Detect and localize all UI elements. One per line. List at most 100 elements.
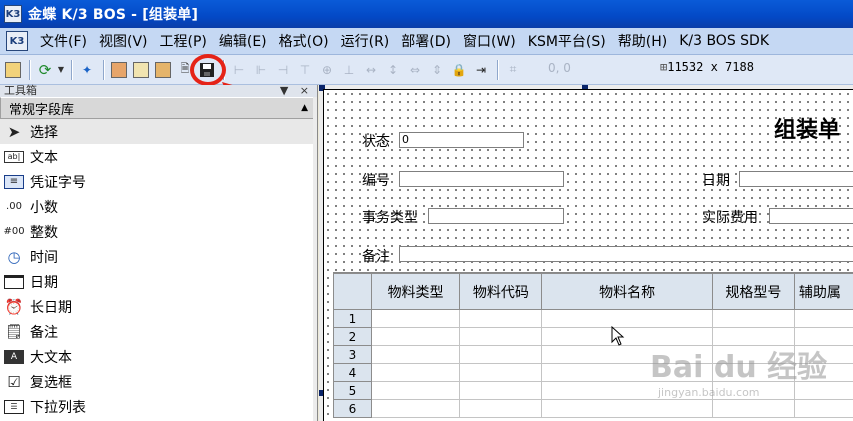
form-title: 组装单 <box>774 117 841 143</box>
menu-help[interactable]: 帮助(H) <box>612 31 673 51</box>
position-icon: ⌗ <box>509 62 517 76</box>
window-title: 金蝶 K/3 BOS - [组装单] <box>28 7 199 23</box>
dropdown-list-icon: ☰ <box>4 399 24 414</box>
business-type-label: 事务类型 <box>362 210 418 226</box>
table-row[interactable]: 1 <box>333 309 853 328</box>
note-icon: 🗒 <box>5 323 23 340</box>
tool-item-voucher[interactable]: ≡ 凭证字号 <box>0 169 317 194</box>
tool-item-date[interactable]: 日期 <box>0 269 317 294</box>
tool-item-label: 大文本 <box>30 349 72 366</box>
menu-edit[interactable]: 编辑(E) <box>213 31 273 51</box>
tool-item-note[interactable]: 🗒 备注 <box>0 319 317 344</box>
menu-run[interactable]: 运行(R) <box>335 31 396 51</box>
menu-window[interactable]: 窗口(W) <box>457 31 522 51</box>
remark-field[interactable] <box>399 246 853 262</box>
tool-item-label: 日期 <box>30 274 58 291</box>
column-header[interactable]: 辅助属 <box>793 273 853 310</box>
toolbox-scrollbar[interactable] <box>313 97 317 421</box>
integer-icon: #00 <box>3 226 25 237</box>
row-number: 3 <box>333 345 372 364</box>
highlight-circle <box>190 54 226 86</box>
open-folder-icon[interactable] <box>3 60 23 80</box>
refresh-icon[interactable]: ⟳ <box>35 60 55 80</box>
tool-item-time[interactable]: ◷ 时间 <box>0 244 317 269</box>
date-field[interactable] <box>739 171 853 187</box>
pointer-icon: ➤ <box>7 122 21 141</box>
tools-icon[interactable] <box>153 60 173 80</box>
align-left-icon[interactable]: ⊢ <box>229 60 249 80</box>
tool-item-label: 下拉列表 <box>30 399 86 416</box>
field-group-label: 常规字段库 <box>9 102 75 118</box>
tool-item-label: 复选框 <box>30 374 72 391</box>
tool-item-dropdown[interactable]: ☰ 下拉列表 <box>0 394 317 419</box>
mouse-cursor-icon <box>611 326 625 346</box>
properties-icon[interactable] <box>131 60 151 80</box>
tool-item-text[interactable]: ab| 文本 <box>0 144 317 169</box>
tool-item-checkbox[interactable]: ☑ 复选框 <box>0 369 317 394</box>
menu-format[interactable]: 格式(O) <box>273 31 335 51</box>
same-width-icon[interactable]: ⇔ <box>405 60 425 80</box>
collapse-arrow-icon[interactable]: ▲ <box>301 103 308 113</box>
menu-project[interactable]: 工程(P) <box>154 31 213 51</box>
decimal-icon: .00 <box>6 201 22 212</box>
exit-icon[interactable]: ⇥ <box>471 60 491 80</box>
pointer-tool-icon[interactable] <box>109 60 129 80</box>
text-field-icon: ab| <box>4 150 24 163</box>
remark-label: 备注 <box>362 249 390 265</box>
dropdown-arrow-icon[interactable]: ▼ <box>57 60 65 80</box>
align-middle-icon[interactable]: ⊕ <box>317 60 337 80</box>
field-group-header[interactable]: 常规字段库 ▲ <box>0 97 317 119</box>
calendar-icon <box>4 274 24 289</box>
tool-item-integer[interactable]: #00 整数 <box>0 219 317 244</box>
status-field[interactable]: 0 <box>399 132 524 148</box>
watermark-url: jingyan.baidu.com <box>658 386 760 399</box>
row-number: 1 <box>333 309 372 328</box>
menu-bos-sdk[interactable]: K/3 BOS SDK <box>673 33 775 49</box>
vertical-spacing-icon[interactable]: ↕ <box>383 60 403 80</box>
table-row[interactable]: 6 <box>333 399 853 418</box>
toolbar-separator <box>71 59 73 80</box>
window-title-bar: K3 金蝶 K/3 BOS - [组装单] <box>0 0 853 28</box>
clock-icon: ◷ <box>7 247 21 266</box>
toolbox-title: 工具箱 <box>4 84 37 97</box>
tool-item-select[interactable]: ➤ 选择 <box>0 119 317 144</box>
column-header[interactable]: 物料名称 <box>541 273 713 310</box>
watermark-main-text: Bai du 经验 <box>650 350 828 385</box>
position-readout: 0, 0 <box>548 61 571 75</box>
toolbar-separator <box>29 59 31 80</box>
voucher-icon: ≡ <box>4 174 24 189</box>
horizontal-spacing-icon[interactable]: ↔ <box>361 60 381 80</box>
menu-ksm[interactable]: KSM平台(S) <box>522 31 612 51</box>
tool-item-large-text[interactable]: A 大文本 <box>0 344 317 369</box>
column-header[interactable]: 物料代码 <box>459 273 543 310</box>
align-right-icon[interactable]: ⊣ <box>273 60 293 80</box>
business-type-field[interactable] <box>428 208 564 224</box>
wizard-icon[interactable]: ✦ <box>77 60 97 80</box>
number-field[interactable] <box>399 171 564 187</box>
size-readout: ⊞11532 x 7188 <box>660 60 754 74</box>
menu-bar: K3 文件(F) 视图(V) 工程(P) 编辑(E) 格式(O) 运行(R) 部… <box>0 28 853 55</box>
align-center-icon[interactable]: ⊩ <box>251 60 271 80</box>
menu-view[interactable]: 视图(V) <box>93 31 154 51</box>
lock-icon[interactable]: 🔒 <box>449 60 469 80</box>
menu-file[interactable]: 文件(F) <box>34 31 93 51</box>
same-height-icon[interactable]: ⇕ <box>427 60 447 80</box>
tool-item-label: 选择 <box>30 124 58 141</box>
column-header[interactable]: 物料类型 <box>370 273 461 310</box>
toolbox-controls[interactable]: ▼ × <box>280 85 317 97</box>
row-number: 6 <box>333 399 372 418</box>
align-top-icon[interactable]: ⊤ <box>295 60 315 80</box>
column-header[interactable]: 规格型号 <box>711 273 795 310</box>
checkbox-icon: ☑ <box>7 372 21 391</box>
menu-deploy[interactable]: 部署(D) <box>395 31 457 51</box>
align-bottom-icon[interactable]: ⊥ <box>339 60 359 80</box>
tool-item-decimal[interactable]: .00 小数 <box>0 194 317 219</box>
tool-item-label: 长日期 <box>30 299 72 316</box>
document-icon[interactable]: K3 <box>6 31 28 51</box>
toolbar-separator <box>497 59 499 80</box>
tool-item-label: 时间 <box>30 249 58 266</box>
actual-cost-field[interactable] <box>769 208 853 224</box>
row-number: 2 <box>333 327 372 346</box>
baidu-watermark: Bai du 经验 jingyan.baidu.com <box>650 342 827 399</box>
tool-item-long-date[interactable]: ⏰ 长日期 <box>0 294 317 319</box>
